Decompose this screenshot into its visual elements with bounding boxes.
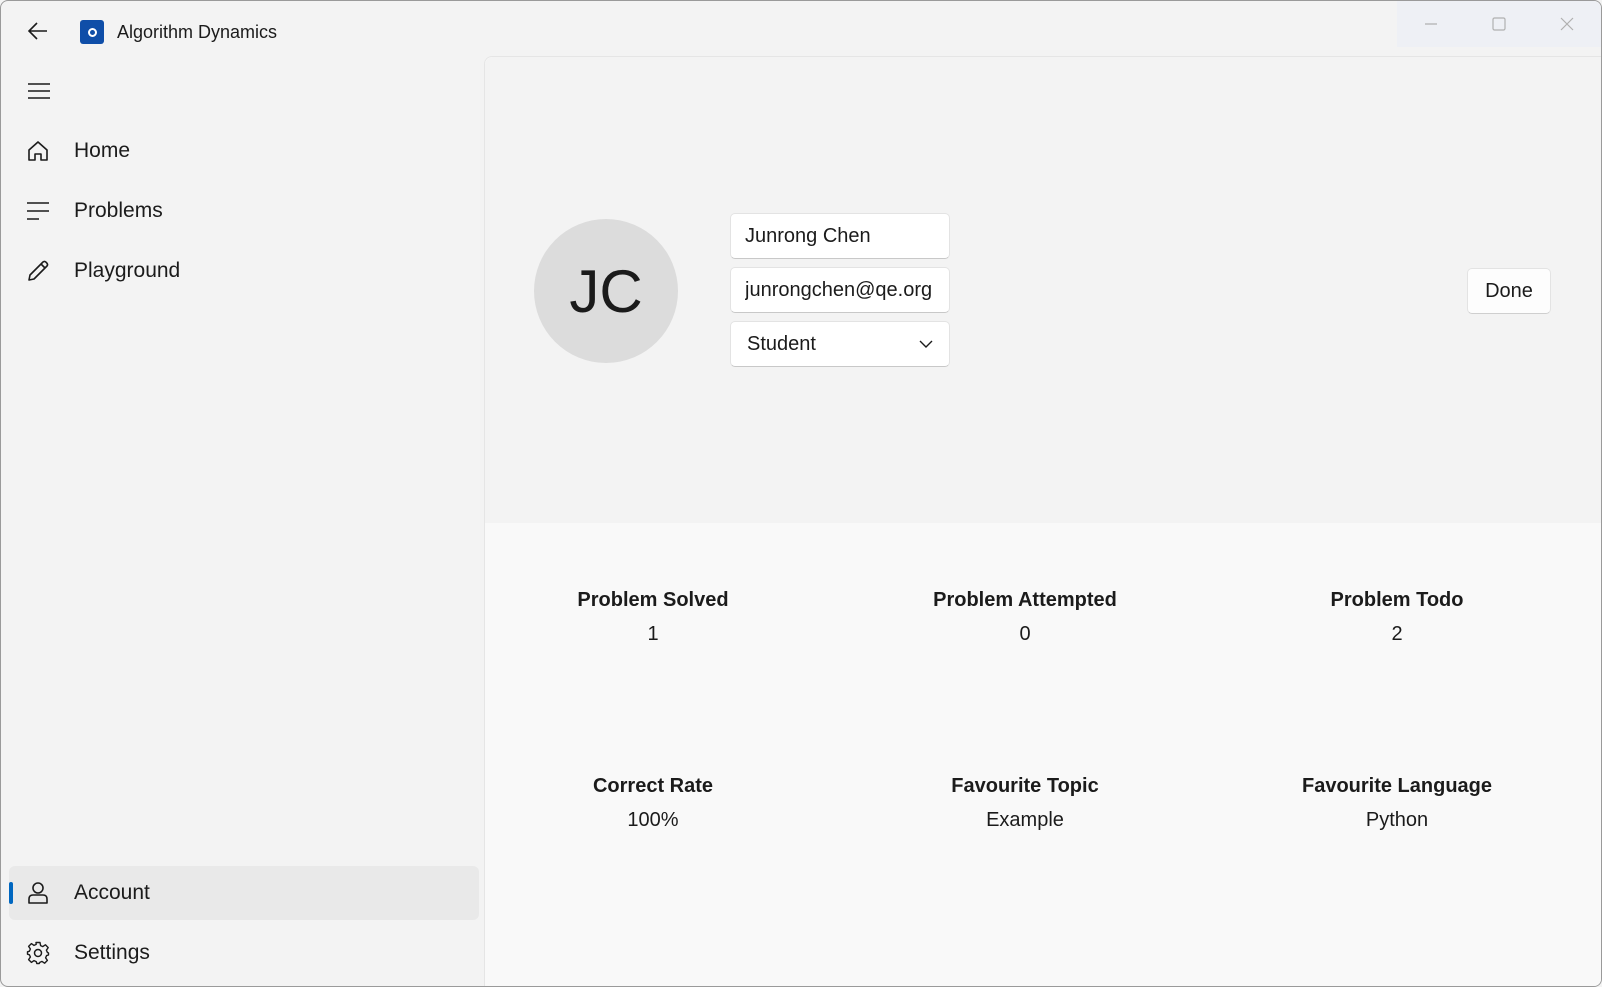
hamburger-icon — [28, 83, 50, 99]
stat-value: 0 — [1019, 623, 1031, 645]
profile-section: JC Student Done — [485, 57, 1601, 523]
stat-value: 100% — [627, 809, 679, 831]
email-field[interactable] — [730, 267, 950, 313]
nav-item-home[interactable]: Home — [9, 124, 479, 178]
nav-item-label: Problems — [74, 199, 163, 222]
navigation-pane: Home Problems Playground Account Setting… — [1, 59, 483, 986]
list-icon — [25, 198, 51, 224]
nav-item-playground[interactable]: Playground — [9, 244, 479, 298]
selection-indicator — [9, 882, 13, 904]
role-select[interactable]: Student — [730, 321, 950, 367]
app-logo-icon — [80, 20, 104, 44]
stat-label: Problem Attempted — [933, 589, 1117, 611]
stat-label: Favourite Topic — [951, 775, 1099, 797]
nav-toggle-button[interactable] — [19, 73, 59, 109]
close-icon — [1560, 17, 1574, 31]
person-icon — [25, 880, 51, 906]
nav-item-label: Account — [74, 881, 150, 904]
stat-favourite-language: Favourite Language Python — [1237, 773, 1557, 833]
window-title: Algorithm Dynamics — [117, 22, 278, 42]
stat-label: Correct Rate — [592, 775, 714, 797]
stat-favourite-topic: Favourite Topic Example — [865, 773, 1185, 833]
chevron-down-icon — [919, 340, 933, 348]
caption-buttons — [1397, 1, 1601, 47]
stat-value: 2 — [1391, 623, 1403, 645]
nav-item-label: Playground — [74, 259, 181, 282]
nav-item-settings[interactable]: Settings — [9, 926, 479, 980]
stat-label: Favourite Language — [1301, 775, 1493, 797]
minimize-button[interactable] — [1397, 1, 1465, 47]
home-icon — [25, 138, 51, 164]
minimize-icon — [1425, 23, 1437, 25]
nav-item-account[interactable]: Account — [9, 866, 479, 920]
role-select-value: Student — [747, 332, 816, 355]
stat-problem-todo: Problem Todo 2 — [1237, 587, 1557, 647]
stat-label: Problem Todo — [1330, 589, 1464, 611]
nav-item-problems[interactable]: Problems — [9, 184, 479, 238]
maximize-icon — [1492, 17, 1506, 31]
maximize-button[interactable] — [1465, 1, 1533, 47]
stat-correct-rate: Correct Rate 100% — [493, 773, 813, 833]
account-page: JC Student Done Problem Solved 1 Problem… — [484, 56, 1601, 986]
back-button[interactable] — [19, 15, 57, 47]
stat-value: 1 — [647, 623, 659, 645]
stat-problem-solved: Problem Solved 1 — [493, 587, 813, 647]
stat-value: Python — [1365, 809, 1429, 831]
pencil-icon — [25, 258, 51, 284]
stat-problem-attempted: Problem Attempted 0 — [865, 587, 1185, 647]
stat-value: Example — [986, 809, 1064, 831]
app-window: Algorithm Dynamics Home Problems Playgro… — [0, 0, 1602, 987]
name-field[interactable] — [730, 213, 950, 259]
gear-icon — [25, 940, 51, 966]
nav-item-label: Settings — [74, 941, 150, 964]
done-button[interactable]: Done — [1467, 268, 1551, 314]
back-arrow-icon — [28, 22, 47, 40]
avatar: JC — [534, 219, 678, 363]
nav-item-label: Home — [74, 139, 131, 162]
stat-label: Problem Solved — [577, 589, 729, 611]
title-bar: Algorithm Dynamics — [1, 1, 1601, 59]
close-button[interactable] — [1533, 1, 1601, 47]
